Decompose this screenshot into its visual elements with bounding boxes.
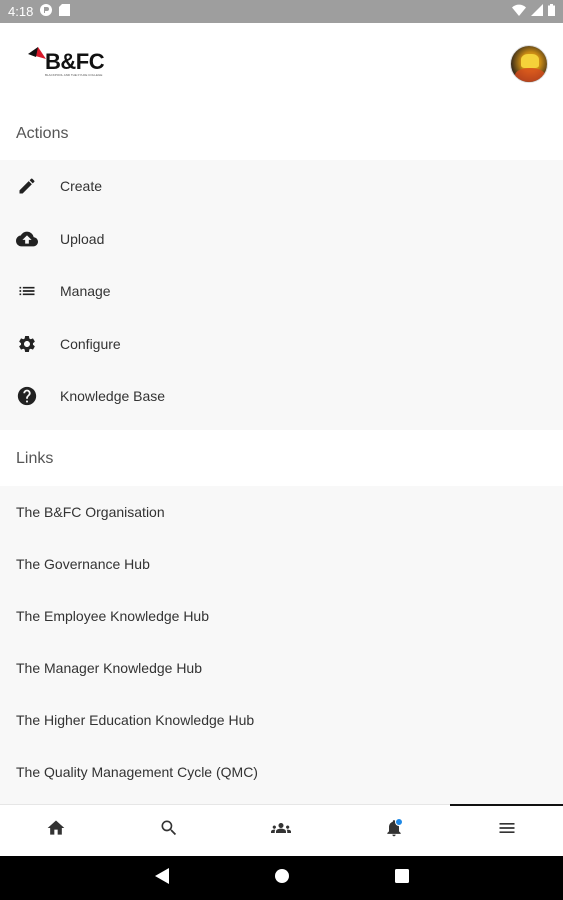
actions-section-title: Actions [0, 108, 563, 160]
bottom-nav [0, 804, 563, 856]
gear-icon [15, 332, 39, 356]
action-knowledge-base[interactable]: Knowledge Base [0, 370, 563, 423]
nav-search[interactable] [113, 805, 226, 856]
app-notification-icon [40, 4, 53, 19]
logo-text: B&FC [45, 49, 105, 74]
system-back-button[interactable] [102, 867, 222, 889]
bfc-logo[interactable]: B&FC BLACKPOOL AND THE FYLDE COLLEGE [26, 45, 106, 81]
nav-notifications[interactable] [338, 805, 451, 856]
links-list: The B&FC Organisation The Governance Hub… [0, 486, 563, 804]
pencil-icon [15, 174, 39, 198]
cloud-upload-icon [15, 227, 39, 251]
action-manage[interactable]: Manage [0, 265, 563, 318]
status-bar: 4:18 [0, 0, 563, 23]
action-label: Create [60, 178, 103, 195]
system-recents-button[interactable] [342, 868, 462, 888]
help-circle-icon [15, 384, 39, 408]
nav-menu[interactable] [450, 804, 563, 856]
link-item[interactable]: The Employee Knowledge Hub [0, 590, 563, 642]
people-icon [269, 818, 293, 843]
action-label: Knowledge Base [60, 388, 166, 405]
links-title: Links [16, 450, 54, 467]
search-icon [159, 818, 179, 843]
link-item[interactable]: The B&FC Organisation [0, 486, 563, 538]
links-section-title: Links [0, 433, 563, 485]
battery-icon [548, 4, 555, 19]
system-nav-bar [0, 856, 563, 900]
app-header: B&FC BLACKPOOL AND THE FYLDE COLLEGE [0, 23, 563, 108]
action-label: Manage [60, 283, 111, 300]
cell-signal-icon [531, 4, 543, 19]
action-label: Configure [60, 335, 121, 352]
list-icon [15, 279, 39, 303]
link-item[interactable]: The Manager Knowledge Hub [0, 642, 563, 694]
link-item[interactable]: The Higher Education Knowledge Hub [0, 694, 563, 746]
nav-people[interactable] [225, 805, 338, 856]
home-icon [46, 818, 66, 843]
home-circle-icon [274, 868, 290, 889]
action-create[interactable]: Create [0, 160, 563, 213]
link-item[interactable]: The Quality Management Cycle (QMC) [0, 746, 563, 798]
system-home-button[interactable] [222, 868, 342, 889]
actions-list: Create Upload Manage Configure Knowledge… [0, 160, 563, 430]
notification-badge [394, 818, 403, 826]
sd-card-icon [59, 4, 71, 19]
logo-subtext: BLACKPOOL AND THE FYLDE COLLEGE [45, 73, 103, 77]
action-label: Upload [60, 230, 105, 247]
recents-icon [394, 868, 409, 888]
user-avatar[interactable] [510, 45, 548, 83]
link-item[interactable]: The Governance Hub [0, 538, 563, 590]
back-icon [154, 867, 169, 889]
status-time: 4:18 [8, 4, 34, 19]
menu-icon [497, 818, 517, 843]
action-configure[interactable]: Configure [0, 318, 563, 371]
wifi-icon [512, 4, 526, 19]
action-upload[interactable]: Upload [0, 213, 563, 266]
nav-home[interactable] [0, 805, 113, 856]
actions-title: Actions [16, 125, 69, 142]
